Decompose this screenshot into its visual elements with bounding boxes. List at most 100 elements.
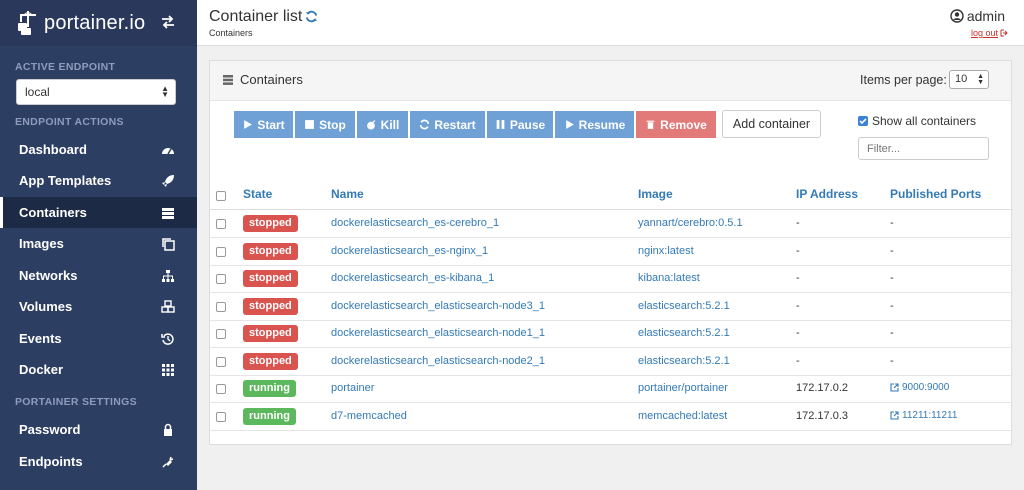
kill-button[interactable]: Kill bbox=[357, 111, 408, 138]
clone-icon bbox=[162, 238, 175, 251]
resume-button[interactable]: Resume bbox=[555, 111, 634, 138]
top-header: Container list Containers admin log out bbox=[197, 0, 1024, 46]
stop-icon bbox=[305, 120, 315, 129]
trash-icon bbox=[646, 120, 655, 129]
row-checkbox[interactable] bbox=[216, 274, 226, 284]
image-link[interactable]: elasticsearch:5.2.1 bbox=[638, 355, 730, 367]
ip-address: 172.17.0.2 bbox=[796, 382, 848, 394]
checkbox-checked[interactable] bbox=[858, 116, 868, 126]
logout-link[interactable]: log out bbox=[971, 28, 1008, 38]
row-checkbox[interactable] bbox=[216, 384, 226, 394]
published-ports: - bbox=[890, 327, 894, 339]
brand-name: portainer.io bbox=[44, 11, 146, 34]
sidebar-item-password[interactable]: Password bbox=[0, 414, 197, 445]
container-name-link[interactable]: dockerelasticsearch_elasticsearch-node3_… bbox=[331, 300, 545, 312]
image-link[interactable]: kibana:latest bbox=[638, 272, 700, 284]
refresh-icon[interactable] bbox=[305, 10, 318, 23]
ip-address: - bbox=[796, 327, 800, 339]
status-badge: running bbox=[243, 380, 296, 397]
sign-out-icon bbox=[1000, 29, 1008, 37]
select-all-checkbox[interactable] bbox=[216, 191, 226, 201]
image-link[interactable]: yannart/cerebro:0.5.1 bbox=[638, 217, 743, 229]
sidebar-item-app-templates[interactable]: App Templates bbox=[0, 165, 197, 196]
endpoint-select[interactable]: local ▲ ▼ bbox=[16, 79, 176, 105]
start-label: Start bbox=[257, 117, 285, 132]
row-checkbox[interactable] bbox=[216, 412, 226, 422]
image-link[interactable]: memcached:latest bbox=[638, 410, 727, 422]
sidebar-item-label: Volumes bbox=[19, 299, 73, 314]
bomb-icon bbox=[366, 120, 375, 130]
active-endpoint-title: ACTIVE ENDPOINT bbox=[15, 61, 116, 73]
check-icon bbox=[859, 118, 867, 125]
sidebar-item-endpoints[interactable]: Endpoints bbox=[0, 446, 197, 477]
sidebar-item-networks[interactable]: Networks bbox=[0, 260, 197, 291]
status-badge: stopped bbox=[243, 325, 298, 342]
container-name-link[interactable]: dockerelasticsearch_elasticsearch-node1_… bbox=[331, 327, 545, 339]
rocket-icon bbox=[162, 175, 174, 187]
show-all-checkbox[interactable]: Show all containers bbox=[858, 114, 976, 128]
sidebar-item-volumes[interactable]: Volumes bbox=[0, 291, 197, 322]
container-name-link[interactable]: dockerelasticsearch_es-kibana_1 bbox=[331, 272, 494, 284]
sidebar-item-label: App Templates bbox=[19, 173, 112, 188]
column-header-ip[interactable]: IP Address bbox=[796, 187, 858, 201]
add-container-label: Add container bbox=[732, 117, 811, 131]
sidebar-item-docker[interactable]: Docker bbox=[0, 354, 197, 385]
container-name-link[interactable]: dockerelasticsearch_elasticsearch-node2_… bbox=[331, 355, 545, 367]
row-checkbox[interactable] bbox=[216, 302, 226, 312]
table-row: stopped dockerelasticsearch_elasticsearc… bbox=[210, 293, 1011, 321]
table-row: stopped dockerelasticsearch_es-cerebro_1… bbox=[210, 210, 1011, 238]
sidebar-item-label: Docker bbox=[19, 362, 64, 377]
exchange-icon[interactable] bbox=[160, 14, 176, 30]
column-header-image[interactable]: Image bbox=[638, 187, 673, 201]
external-link-icon bbox=[890, 411, 899, 420]
column-header-state[interactable]: State bbox=[243, 187, 272, 201]
portainer-settings-title: PORTAINER SETTINGS bbox=[15, 396, 137, 408]
sidebar-item-label: Password bbox=[19, 422, 81, 437]
start-button[interactable]: Start bbox=[234, 111, 293, 138]
remove-label: Remove bbox=[660, 117, 707, 132]
sidebar-item-containers[interactable]: Containers bbox=[0, 197, 197, 228]
pause-button[interactable]: Pause bbox=[487, 111, 553, 138]
logout-label: log out bbox=[970, 28, 998, 38]
status-badge: stopped bbox=[243, 243, 298, 260]
column-header-ports[interactable]: Published Ports bbox=[890, 187, 981, 201]
brand-logo[interactable]: portainer.io bbox=[16, 10, 145, 36]
restart-button[interactable]: Restart bbox=[410, 111, 485, 138]
image-link[interactable]: portainer/portainer bbox=[638, 382, 728, 394]
port-mapping: 11211:11211 bbox=[902, 410, 958, 421]
sidebar-item-images[interactable]: Images bbox=[0, 228, 197, 259]
add-container-button[interactable]: Add container bbox=[722, 110, 821, 138]
history-icon bbox=[161, 333, 174, 345]
containers-panel: Containers Items per page: 10 ▲ ▼ Start S… bbox=[209, 60, 1012, 445]
sidebar-item-label: Events bbox=[19, 331, 62, 346]
status-badge: running bbox=[243, 408, 296, 425]
container-name-link[interactable]: portainer bbox=[331, 382, 374, 394]
image-link[interactable]: elasticsearch:5.2.1 bbox=[638, 300, 730, 312]
filter-input[interactable] bbox=[858, 137, 989, 160]
published-port-link[interactable]: 9000:9000 bbox=[890, 382, 949, 393]
portainer-logo-icon bbox=[18, 11, 36, 35]
column-header-name[interactable]: Name bbox=[331, 187, 364, 201]
image-link[interactable]: nginx:latest bbox=[638, 245, 694, 257]
resume-label: Resume bbox=[578, 117, 626, 132]
ip-address: - bbox=[796, 355, 800, 367]
stop-button[interactable]: Stop bbox=[295, 111, 355, 138]
page-title: Container list bbox=[209, 8, 303, 25]
sidebar-item-events[interactable]: Events bbox=[0, 323, 197, 354]
container-name-link[interactable]: d7-memcached bbox=[331, 410, 407, 422]
row-checkbox[interactable] bbox=[216, 219, 226, 229]
row-checkbox[interactable] bbox=[216, 357, 226, 367]
image-link[interactable]: elasticsearch:5.2.1 bbox=[638, 327, 730, 339]
ip-address: 172.17.0.3 bbox=[796, 410, 848, 422]
row-checkbox[interactable] bbox=[216, 247, 226, 257]
status-badge: stopped bbox=[243, 353, 298, 370]
container-name-link[interactable]: dockerelasticsearch_es-nginx_1 bbox=[331, 245, 488, 257]
published-port-link[interactable]: 11211:11211 bbox=[890, 410, 957, 421]
th-icon bbox=[162, 364, 174, 376]
sidebar-item-dashboard[interactable]: Dashboard bbox=[0, 134, 197, 165]
sitemap-icon bbox=[162, 270, 174, 282]
container-name-link[interactable]: dockerelasticsearch_es-cerebro_1 bbox=[331, 217, 499, 229]
row-checkbox[interactable] bbox=[216, 329, 226, 339]
remove-button[interactable]: Remove bbox=[636, 111, 716, 138]
items-per-page-select[interactable]: 10 ▲ ▼ bbox=[949, 70, 989, 89]
